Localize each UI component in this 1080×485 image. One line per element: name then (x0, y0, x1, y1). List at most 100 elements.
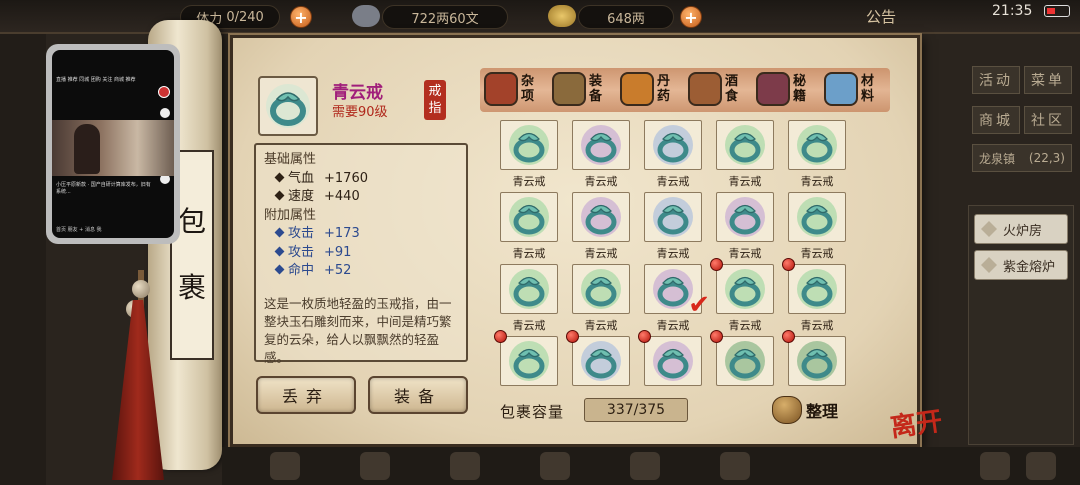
item-slot[interactable]: 青云戒 (572, 120, 630, 188)
dock-icon[interactable] (450, 452, 480, 480)
capacity-label: 包裹容量 (500, 403, 565, 421)
jade-ring-icon (725, 125, 765, 165)
new-badge-icon (710, 258, 723, 271)
category-tab[interactable]: 酒食 (688, 65, 754, 113)
shop-button[interactable]: 商城 (972, 106, 1020, 134)
item-slot-frame (572, 120, 630, 170)
dock-icon[interactable] (630, 452, 660, 480)
category-tab[interactable]: 秘籍 (756, 65, 822, 113)
item-slot[interactable]: 青云戒 (500, 192, 558, 260)
jade-ring-icon (581, 341, 621, 381)
chevron-icon (981, 257, 997, 273)
item-slot[interactable] (710, 330, 774, 402)
category-tab[interactable]: 装备 (552, 65, 618, 113)
item-slot[interactable]: 青云戒 (572, 192, 630, 260)
jade-ring-icon (797, 197, 837, 237)
category-tab[interactable]: 材料 (824, 65, 890, 113)
jade-ring-icon (653, 125, 693, 165)
floating-video-window[interactable]: 直播 推荐 同城 团购 关注 商城 推荐 小压平原新款 · 国产自研计算库发布，… (46, 44, 180, 244)
item-slot-name: 青云戒 (512, 247, 546, 260)
dock-icon[interactable] (540, 452, 570, 480)
item-slot-name: 青云戒 (800, 175, 834, 188)
item-slot[interactable]: ✔ 青云戒 (644, 264, 710, 332)
item-slot-frame (716, 120, 774, 170)
notice-button[interactable]: 公告 (866, 6, 896, 27)
jade-ring-icon (581, 197, 621, 237)
jade-ring-icon (725, 341, 765, 381)
scroll-char-1: 包 (177, 205, 206, 238)
extra-attr-title: 附加属性 (264, 207, 317, 223)
item-slot[interactable] (782, 330, 846, 402)
category-label: 材料 (861, 74, 875, 104)
discard-button[interactable]: 丢弃 (256, 376, 356, 414)
stat-name: 攻击 (288, 244, 315, 260)
money-bag-icon (772, 396, 802, 424)
item-slot-frame (788, 192, 846, 242)
dock-icon[interactable] (1026, 452, 1056, 480)
crystal-icon (824, 72, 858, 106)
item-slot-frame (500, 192, 558, 242)
item-slot[interactable]: 青云戒 (782, 258, 846, 332)
item-slot-name: 青云戒 (800, 319, 834, 332)
food-jar-icon (688, 72, 722, 106)
item-slot-name: 青云戒 (728, 175, 762, 188)
category-tab[interactable]: 杂项 (484, 65, 550, 113)
activity-button[interactable]: 活动 (972, 66, 1020, 94)
item-slot[interactable]: 青云戒 (716, 192, 774, 260)
like-icon (160, 108, 170, 118)
new-badge-icon (638, 330, 651, 343)
phone-nav: 直播 推荐 同城 团购 关注 商城 推荐 (56, 77, 136, 83)
item-slot[interactable] (566, 330, 630, 402)
extra-stat-row: 攻击 +91 (264, 244, 458, 263)
sort-button[interactable]: 整理 (772, 394, 842, 426)
category-tab[interactable]: 丹药 (620, 65, 686, 113)
item-slot[interactable]: 青云戒 (716, 120, 774, 188)
dock-icon[interactable] (720, 452, 750, 480)
item-slot[interactable]: 青云戒 (644, 192, 702, 260)
video-person (74, 124, 100, 174)
scroll-char-2: 裹 (177, 271, 206, 304)
stat-name: 命中 (288, 263, 315, 278)
leave-button[interactable]: 离开 (888, 401, 945, 445)
item-slot[interactable]: 青云戒 (572, 264, 630, 332)
category-label: 秘籍 (793, 74, 807, 104)
furnace-room-item[interactable]: 火炉房 (974, 214, 1068, 244)
equip-button[interactable]: 装备 (368, 376, 468, 414)
misc-pot-icon (484, 72, 518, 106)
new-badge-icon (782, 330, 795, 343)
system-clock: 21:35 (992, 3, 1033, 19)
stat-value: +1760 (324, 170, 368, 186)
add-silver-button[interactable]: + (680, 6, 702, 28)
item-slot-name: 青云戒 (728, 319, 762, 332)
item-slot-frame (572, 264, 630, 314)
golden-furnace-item[interactable]: 紫金熔炉 (974, 250, 1068, 280)
item-slot-frame (500, 120, 558, 170)
item-type-seal: 戒 指 (424, 80, 446, 120)
dock-icon[interactable] (270, 452, 300, 480)
dock-icon[interactable] (360, 452, 390, 480)
equipment-weapon-icon (552, 72, 586, 106)
new-badge-icon (710, 330, 723, 343)
item-slot[interactable]: 青云戒 (500, 120, 558, 188)
item-slot[interactable]: 青云戒 (644, 120, 702, 188)
item-slot[interactable] (638, 330, 702, 402)
item-slot-name: 青云戒 (656, 247, 690, 260)
add-stamina-button[interactable]: + (290, 6, 312, 28)
item-slot[interactable]: 青云戒 (788, 192, 846, 260)
menu-button[interactable]: 菜单 (1024, 66, 1072, 94)
dock-icon[interactable] (980, 452, 1010, 480)
item-slot-frame (788, 120, 846, 170)
item-slot-frame (572, 336, 630, 386)
item-slot[interactable]: 青云戒 (500, 264, 558, 332)
jade-ring-icon (581, 269, 621, 309)
category-label: 丹药 (657, 74, 671, 104)
item-slot[interactable]: 青云戒 (710, 258, 774, 332)
community-button[interactable]: 社区 (1024, 106, 1072, 134)
item-slot-name: 青云戒 (656, 319, 690, 332)
item-slot[interactable] (494, 330, 558, 402)
jade-ring-icon (797, 125, 837, 165)
stat-name: 速度 (288, 189, 315, 204)
item-slot[interactable]: 青云戒 (788, 120, 846, 188)
silver-display: 648两 (578, 5, 674, 29)
jade-ring-icon (797, 341, 837, 381)
